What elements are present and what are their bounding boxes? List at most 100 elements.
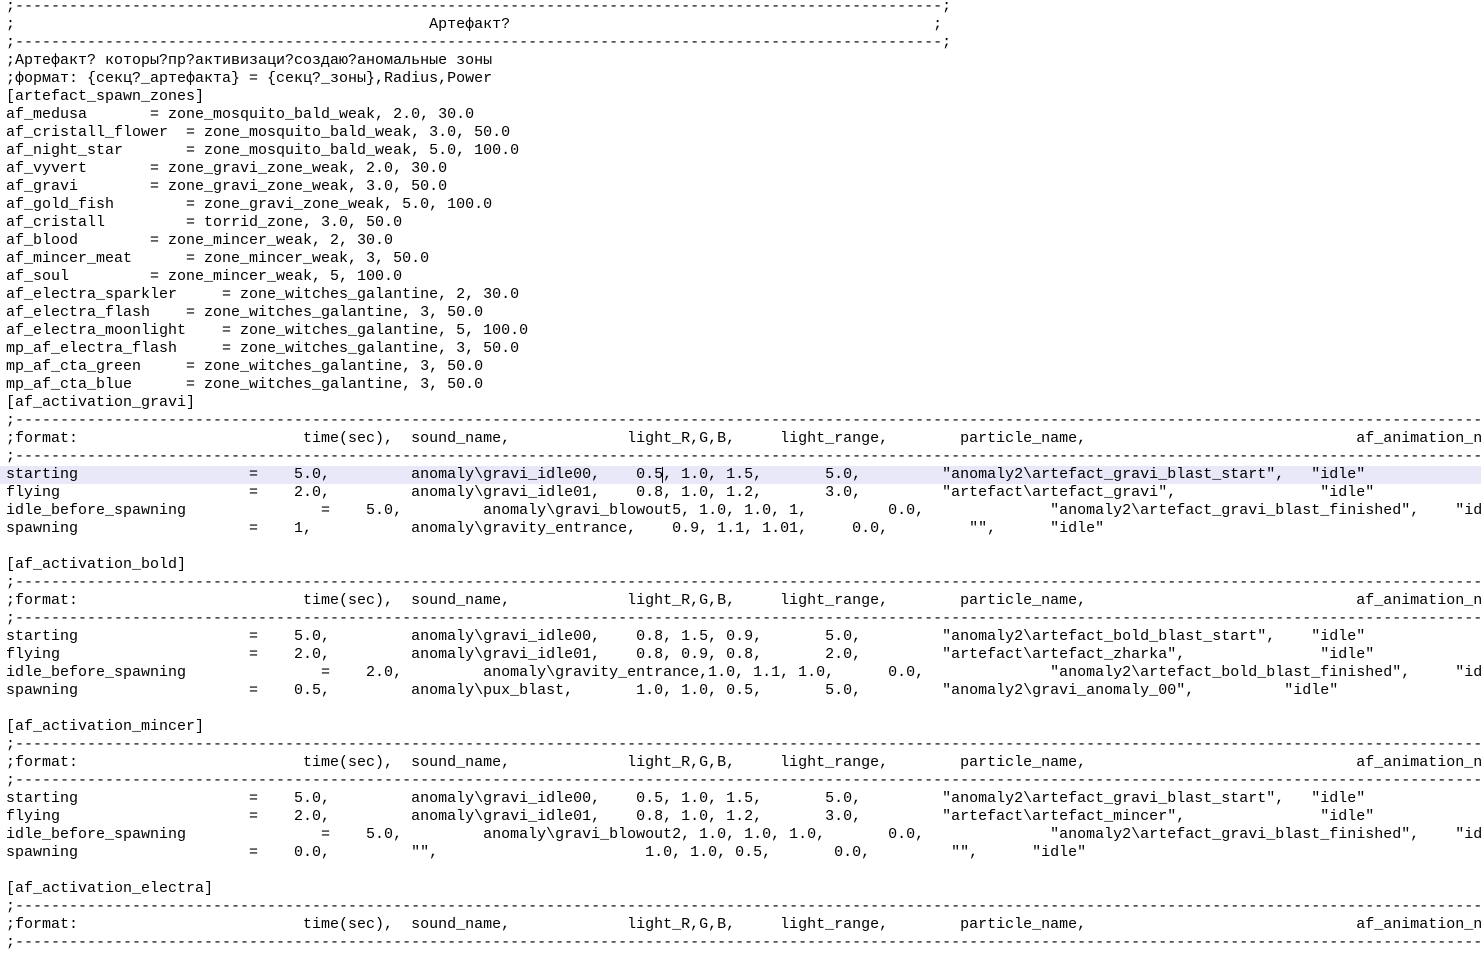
editor-line[interactable]: af_mincer_meat = zone_mincer_weak, 3, 50…	[0, 250, 1481, 268]
editor-line[interactable]: ;---------------------------------------…	[0, 412, 1481, 430]
editor-line-text: mp_af_cta_blue = zone_witches_galantine,…	[6, 376, 484, 393]
editor-line[interactable]: af_night_star = zone_mosquito_bald_weak,…	[0, 142, 1481, 160]
editor-line-text: ;format: time(sec), sound_name, light_R,…	[6, 754, 1481, 771]
editor-line-text: ;---------------------------------------…	[6, 934, 1481, 951]
editor-line[interactable]: mp_af_cta_green = zone_witches_galantine…	[0, 358, 1481, 376]
editor-line[interactable]: idle_before_spawning = 5.0, anomaly\grav…	[0, 502, 1481, 520]
editor-line[interactable]: ;---------------------------------------…	[0, 898, 1481, 916]
editor-line-text: af_night_star = zone_mosquito_bald_weak,…	[6, 142, 520, 159]
editor-line[interactable]: af_vyvert = zone_gravi_zone_weak, 2.0, 3…	[0, 160, 1481, 178]
editor-line-text: ;формат: {секц?_артефакта} = {секц?_зоны…	[6, 70, 493, 87]
editor-line-text: ;---------------------------------------…	[6, 0, 952, 15]
editor-line[interactable]: af_cristall_flower = zone_mosquito_bald_…	[0, 124, 1481, 142]
editor-line[interactable]: af_soul = zone_mincer_weak, 5, 100.0	[0, 268, 1481, 286]
editor-line-text: af_cristall = torrid_zone, 3.0, 50.0	[6, 214, 403, 231]
editor-line[interactable]: ;format: time(sec), sound_name, light_R,…	[0, 592, 1481, 610]
editor-line[interactable]: ;format: time(sec), sound_name, light_R,…	[0, 430, 1481, 448]
editor-line[interactable]	[0, 538, 1481, 556]
editor-line[interactable]: ;---------------------------------------…	[0, 772, 1481, 790]
editor-line-text: ;---------------------------------------…	[6, 412, 1481, 429]
editor-line-text: af_gravi = zone_gravi_zone_weak, 3.0, 50…	[6, 178, 448, 195]
editor-line[interactable]	[0, 862, 1481, 880]
editor-line-text: spawning = 0.0, "", 1.0, 1.0, 0.5, 0.0, …	[6, 844, 1087, 861]
editor-line[interactable]: af_gravi = zone_gravi_zone_weak, 3.0, 50…	[0, 178, 1481, 196]
editor-line-text: [af_activation_bold]	[6, 556, 187, 573]
editor-line-text: ; Артефакт? ;	[6, 16, 943, 33]
editor-line[interactable]: af_electra_sparkler = zone_witches_galan…	[0, 286, 1481, 304]
editor-line[interactable]: ; Артефакт? ;	[0, 16, 1481, 34]
editor-line[interactable]: idle_before_spawning = 2.0, anomaly\grav…	[0, 664, 1481, 682]
editor-line[interactable]	[0, 700, 1481, 718]
editor-line-text: af_electra_sparkler = zone_witches_galan…	[6, 286, 520, 303]
editor-line-text: ;---------------------------------------…	[6, 736, 1481, 753]
editor-line-text: flying = 2.0, anomaly\gravi_idle01, 0.8,…	[6, 484, 1375, 501]
text-editor[interactable]: ;---------------------------------------…	[0, 0, 1481, 953]
editor-line-text: flying = 2.0, anomaly\gravi_idle01, 0.8,…	[6, 808, 1375, 825]
editor-line-text: mp_af_electra_flash = zone_witches_galan…	[6, 340, 520, 357]
editor-line-text: [af_activation_electra]	[6, 880, 214, 897]
editor-line-text: ;---------------------------------------…	[6, 772, 1481, 789]
editor-line[interactable]: [artefact_spawn_zones]	[0, 88, 1481, 106]
editor-line-text: ;format: time(sec), sound_name, light_R,…	[6, 430, 1481, 447]
editor-line[interactable]: ;---------------------------------------…	[0, 448, 1481, 466]
editor-line[interactable]: af_cristall = torrid_zone, 3.0, 50.0	[0, 214, 1481, 232]
editor-line-text: idle_before_spawning = 5.0, anomaly\grav…	[6, 502, 1481, 519]
editor-line-text: ;---------------------------------------…	[6, 574, 1481, 591]
editor-line[interactable]: [af_activation_bold]	[0, 556, 1481, 574]
editor-line[interactable]: ;---------------------------------------…	[0, 0, 1481, 16]
editor-line[interactable]: [af_activation_mincer]	[0, 718, 1481, 736]
editor-line-text: [af_activation_mincer]	[6, 718, 205, 735]
editor-line-text: ;---------------------------------------…	[6, 610, 1481, 627]
editor-line-text: ;Артефакт? которы?пр?активизаци?создаю?а…	[6, 52, 493, 69]
editor-line-text: af_electra_moonlight = zone_witches_gala…	[6, 322, 529, 339]
editor-line-text: af_cristall_flower = zone_mosquito_bald_…	[6, 124, 511, 141]
editor-line[interactable]: mp_af_cta_blue = zone_witches_galantine,…	[0, 376, 1481, 394]
editor-line-text: ;format: time(sec), sound_name, light_R,…	[6, 916, 1481, 933]
editor-line-text: spawning = 1, anomaly\gravity_entrance, …	[6, 520, 1105, 537]
editor-line-text: starting = 5.0, anomaly\gravi_idle00, 0.…	[6, 790, 1366, 807]
editor-line[interactable]: ;формат: {секц?_артефакта} = {секц?_зоны…	[0, 70, 1481, 88]
editor-line[interactable]: ;---------------------------------------…	[0, 34, 1481, 52]
editor-line[interactable]: flying = 2.0, anomaly\gravi_idle01, 0.8,…	[0, 484, 1481, 502]
editor-line[interactable]: af_blood = zone_mincer_weak, 2, 30.0	[0, 232, 1481, 250]
editor-line[interactable]: [af_activation_gravi]	[0, 394, 1481, 412]
editor-line[interactable]: spawning = 1, anomaly\gravity_entrance, …	[0, 520, 1481, 538]
editor-line-text: flying = 2.0, anomaly\gravi_idle01, 0.8,…	[6, 646, 1375, 663]
editor-line[interactable]: mp_af_electra_flash = zone_witches_galan…	[0, 340, 1481, 358]
editor-line-text: af_gold_fish = zone_gravi_zone_weak, 5.0…	[6, 196, 493, 213]
editor-line[interactable]: ;---------------------------------------…	[0, 934, 1481, 952]
editor-line-text: starting = 5.0, anomaly\gravi_idle00, 0.…	[6, 466, 1366, 483]
editor-line[interactable]: spawning = 0.5, anomaly\pux_blast, 1.0, …	[0, 682, 1481, 700]
editor-line-text: af_mincer_meat = zone_mincer_weak, 3, 50…	[6, 250, 430, 267]
editor-line[interactable]: ;---------------------------------------…	[0, 736, 1481, 754]
editor-line-text: starting = 5.0, anomaly\gravi_idle00, 0.…	[6, 628, 1366, 645]
editor-line[interactable]: ;Артефакт? которы?пр?активизаци?создаю?а…	[0, 52, 1481, 70]
editor-line-text: af_blood = zone_mincer_weak, 2, 30.0	[6, 232, 394, 249]
editor-line[interactable]: af_electra_moonlight = zone_witches_gala…	[0, 322, 1481, 340]
editor-line-text: af_vyvert = zone_gravi_zone_weak, 2.0, 3…	[6, 160, 448, 177]
editor-line[interactable]: ;format: time(sec), sound_name, light_R,…	[0, 754, 1481, 772]
editor-line-text: mp_af_cta_green = zone_witches_galantine…	[6, 358, 484, 375]
editor-line[interactable]: ;---------------------------------------…	[0, 610, 1481, 628]
editor-line-text: idle_before_spawning = 2.0, anomaly\grav…	[6, 664, 1481, 681]
editor-line[interactable]: starting = 5.0, anomaly\gravi_idle00, 0.…	[0, 628, 1481, 646]
editor-line-text: af_electra_flash = zone_witches_galantin…	[6, 304, 484, 321]
editor-line[interactable]: flying = 2.0, anomaly\gravi_idle01, 0.8,…	[0, 808, 1481, 826]
editor-line-text: [artefact_spawn_zones]	[6, 88, 205, 105]
editor-line[interactable]: starting = 5.0, anomaly\gravi_idle00, 0.…	[0, 466, 1481, 484]
editor-line[interactable]: [af_activation_electra]	[0, 880, 1481, 898]
editor-line-text: spawning = 0.5, anomaly\pux_blast, 1.0, …	[6, 682, 1339, 699]
editor-line-text: idle_before_spawning = 5.0, anomaly\grav…	[6, 826, 1481, 843]
editor-line[interactable]: flying = 2.0, anomaly\gravi_idle01, 0.8,…	[0, 646, 1481, 664]
editor-line[interactable]: af_medusa = zone_mosquito_bald_weak, 2.0…	[0, 106, 1481, 124]
editor-line[interactable]: af_gold_fish = zone_gravi_zone_weak, 5.0…	[0, 196, 1481, 214]
editor-line-text: ;format: time(sec), sound_name, light_R,…	[6, 592, 1481, 609]
editor-line[interactable]: ;---------------------------------------…	[0, 574, 1481, 592]
editor-line-text: ;---------------------------------------…	[6, 448, 1481, 465]
editor-line[interactable]: starting = 5.0, anomaly\gravi_idle00, 0.…	[0, 790, 1481, 808]
editor-line[interactable]: ;format: time(sec), sound_name, light_R,…	[0, 916, 1481, 934]
editor-line-text: ;---------------------------------------…	[6, 34, 952, 51]
editor-line[interactable]: af_electra_flash = zone_witches_galantin…	[0, 304, 1481, 322]
editor-line[interactable]: spawning = 0.0, "", 1.0, 1.0, 0.5, 0.0, …	[0, 844, 1481, 862]
editor-line[interactable]: idle_before_spawning = 5.0, anomaly\grav…	[0, 826, 1481, 844]
